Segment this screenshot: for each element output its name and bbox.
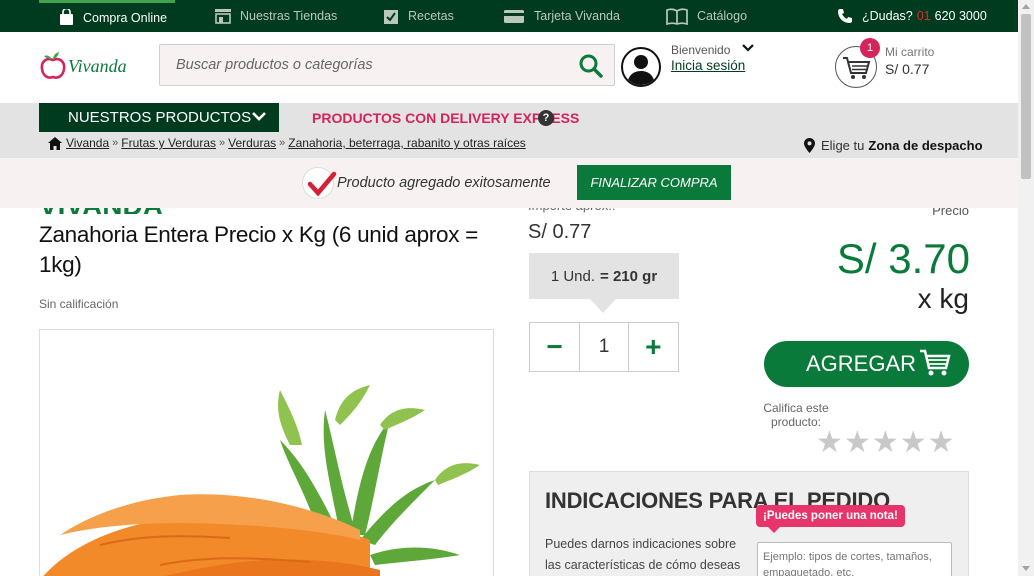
- chevron-down-icon: [252, 112, 266, 121]
- header: Vivanda Bienvenido Inicia sesión 1 Mi ca…: [0, 32, 1018, 103]
- product-image: [39, 329, 494, 576]
- carrot-image: [43, 385, 480, 576]
- phone-number: 620 3000: [934, 9, 987, 23]
- welcome-text: Bienvenido: [671, 43, 731, 57]
- unit-box-pointer: [590, 299, 616, 313]
- user-avatar-icon[interactable]: [621, 47, 661, 87]
- phone-icon: [836, 8, 854, 24]
- topbar-label: Recetas: [408, 9, 454, 23]
- topbar-label: Tarjeta Vivanda: [534, 9, 620, 23]
- location-pin-icon: [804, 138, 815, 153]
- topbar-label: Compra Online: [83, 10, 168, 25]
- breadcrumb: Vivanda » Frutas y Verduras » Verduras »…: [48, 136, 526, 150]
- zone-prefix: Elige tu: [821, 138, 865, 153]
- breadcrumb-separator: »: [112, 137, 119, 149]
- topbar-catalogo[interactable]: Catálogo: [665, 0, 747, 32]
- breadcrumb-link[interactable]: Frutas y Verduras: [121, 136, 216, 150]
- topbar-label: Catálogo: [697, 9, 748, 23]
- add-to-cart-button[interactable]: AGREGAR: [764, 341, 969, 387]
- cart-count-badge: 1: [860, 38, 880, 58]
- shopping-bag-icon: [57, 9, 75, 26]
- order-notes-field[interactable]: [757, 542, 952, 576]
- search-box: [159, 44, 615, 86]
- logo-text: Vivanda: [68, 55, 127, 76]
- product-title: Zanahoria Entera Precio x Kg (6 unid apr…: [39, 222, 478, 277]
- logo-fruit-icon: [40, 52, 66, 79]
- breadcrumb-link[interactable]: Vivanda: [66, 136, 109, 150]
- star-icon[interactable]: ★: [900, 428, 927, 458]
- breadcrumb-separator: »: [279, 137, 286, 149]
- importe-value: S/ 0.77: [528, 221, 592, 243]
- topbar-phone[interactable]: ¿Dudas? 01 620 3000: [836, 0, 987, 32]
- page: Compra Online Nuestras Tiendas Recetas T…: [0, 0, 1034, 576]
- delivery-zone-selector[interactable]: Elige tu Zona de despacho: [804, 138, 983, 153]
- topbar-compra-online[interactable]: Compra Online: [39, 0, 175, 32]
- phone-prefix: ¿Dudas?: [862, 9, 913, 23]
- star-icon[interactable]: ★: [816, 428, 843, 458]
- quantity-value[interactable]: 1: [579, 323, 629, 371]
- our-products-label: NUESTROS PRODUCTOS: [68, 109, 252, 126]
- rating-status: Sin calificación: [39, 297, 119, 311]
- increase-quantity-button[interactable]: +: [629, 323, 678, 371]
- search-input[interactable]: [160, 45, 550, 85]
- nav-bar: NUESTROS PRODUCTOS PRODUCTOS CON DELIVER…: [0, 103, 1018, 158]
- finalize-purchase-button[interactable]: FINALIZAR COMPRA: [577, 165, 731, 200]
- checkmark-icon: [302, 167, 337, 199]
- added-to-cart-banner: Producto agregado exitosamente FINALIZAR…: [0, 158, 1018, 208]
- top-bar: Compra Online Nuestras Tiendas Recetas T…: [0, 0, 1018, 32]
- cart-label: Mi carrito: [885, 45, 935, 59]
- book-icon: [665, 7, 689, 25]
- breadcrumb-link[interactable]: Zanahoria, beterraga, rabanito y otras r…: [288, 136, 525, 150]
- quantity-stepper: − 1 +: [529, 322, 679, 372]
- topbar-recetas[interactable]: Recetas: [382, 0, 454, 32]
- scrollbar-thumb[interactable]: [1021, 14, 1031, 179]
- star-icon[interactable]: ★: [844, 428, 871, 458]
- chevron-down-icon[interactable]: [742, 44, 754, 53]
- phone-area: 01: [916, 9, 931, 23]
- scrollbar[interactable]: [1018, 0, 1034, 576]
- help-icon[interactable]: ?: [538, 110, 554, 126]
- breadcrumb-link[interactable]: Verduras: [228, 136, 276, 150]
- breadcrumb-separator: »: [219, 137, 226, 149]
- rate-product-label: Califica este producto:: [763, 401, 829, 429]
- card-icon: [502, 8, 526, 24]
- unit-label: 1 Und.: [550, 267, 596, 285]
- scroll-up-arrow-icon[interactable]: [1022, 4, 1030, 9]
- cart-total: S/ 0.77: [885, 61, 930, 77]
- rating-stars: ★ ★ ★ ★ ★: [816, 428, 956, 458]
- store-icon: [214, 8, 232, 24]
- topbar-nuestras-tiendas[interactable]: Nuestras Tiendas: [214, 0, 337, 32]
- our-products-menu[interactable]: NUESTROS PRODUCTOS: [39, 103, 279, 132]
- star-icon[interactable]: ★: [928, 428, 955, 458]
- decrease-quantity-button[interactable]: −: [530, 323, 579, 371]
- add-label: AGREGAR: [806, 351, 917, 376]
- topbar-label: Nuestras Tiendas: [240, 9, 338, 23]
- unit-weight-box: 1 Und. = 210 gr: [529, 253, 679, 299]
- search-icon[interactable]: [578, 53, 604, 79]
- recipe-icon: [382, 8, 400, 24]
- scroll-down-arrow-icon[interactable]: [1022, 566, 1030, 571]
- cart-icon: [920, 349, 951, 376]
- home-icon[interactable]: [48, 136, 62, 150]
- product-price: S/ 3.70: [836, 235, 970, 282]
- added-message: Producto agregado exitosamente: [337, 175, 551, 191]
- star-icon[interactable]: ★: [872, 428, 899, 458]
- indications-text: Puedes darnos indicaciones sobre las car…: [545, 537, 741, 572]
- zone-label: Zona de despacho: [868, 138, 983, 153]
- note-tag: ¡Puedes poner una nota!: [756, 505, 905, 533]
- unit-weight: = 210 gr: [600, 267, 658, 285]
- login-link[interactable]: Inicia sesión: [671, 58, 745, 73]
- vivanda-logo[interactable]: Vivanda: [40, 48, 140, 84]
- topbar-tarjeta-vivanda[interactable]: Tarjeta Vivanda: [502, 0, 620, 32]
- price-unit: x kg: [917, 283, 969, 314]
